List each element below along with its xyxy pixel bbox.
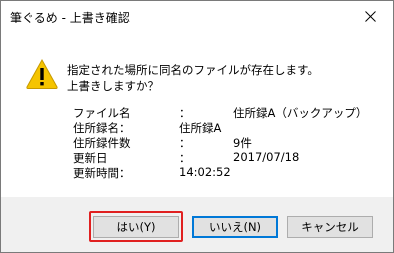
window-title: 筆ぐるめ - 上書き確認 [10, 11, 130, 25]
info-time-label: 更新時間： [73, 166, 131, 180]
cancel-button[interactable]: キャンセル [287, 216, 373, 238]
yes-button[interactable]: はい(Y) [93, 216, 179, 238]
close-button[interactable] [348, 1, 393, 31]
info-addressbook-value: 住所録A [179, 121, 222, 135]
info-count-label: 住所録件数 [73, 136, 131, 150]
message-line-1: 指定された場所に同名のファイルが存在します。 [67, 63, 319, 77]
warning-icon [26, 58, 58, 89]
info-filename-value: 住所録A（バックアップ） [233, 106, 368, 120]
info-filename-label: ファイル名 [73, 106, 131, 120]
info-addressbook-label: 住所録名： [73, 121, 131, 135]
info-date-sep: ： [179, 151, 191, 165]
info-count-value: 9件 [233, 136, 252, 150]
info-filename-sep: ： [179, 106, 191, 120]
info-date-value: 2017/07/18 [233, 150, 300, 164]
info-count-sep: ： [179, 136, 191, 150]
close-icon [365, 10, 376, 22]
info-time-value: 14:02:52 [179, 165, 231, 179]
message-line-2: 上書きしますか？ [67, 79, 159, 93]
info-date-label: 更新日 [73, 151, 108, 165]
confirm-dialog: 筆ぐるめ - 上書き確認 指定された場所に同名のファイルが存在します。 上書きし… [0, 0, 394, 253]
no-button[interactable]: いいえ(N) [192, 216, 278, 238]
button-bar: はい(Y) いいえ(N) キャンセル [1, 197, 393, 252]
title-bar: 筆ぐるめ - 上書き確認 [1, 1, 393, 31]
dialog-content: 指定された場所に同名のファイルが存在します。 上書きしますか？ ファイル名 ： … [1, 31, 393, 197]
